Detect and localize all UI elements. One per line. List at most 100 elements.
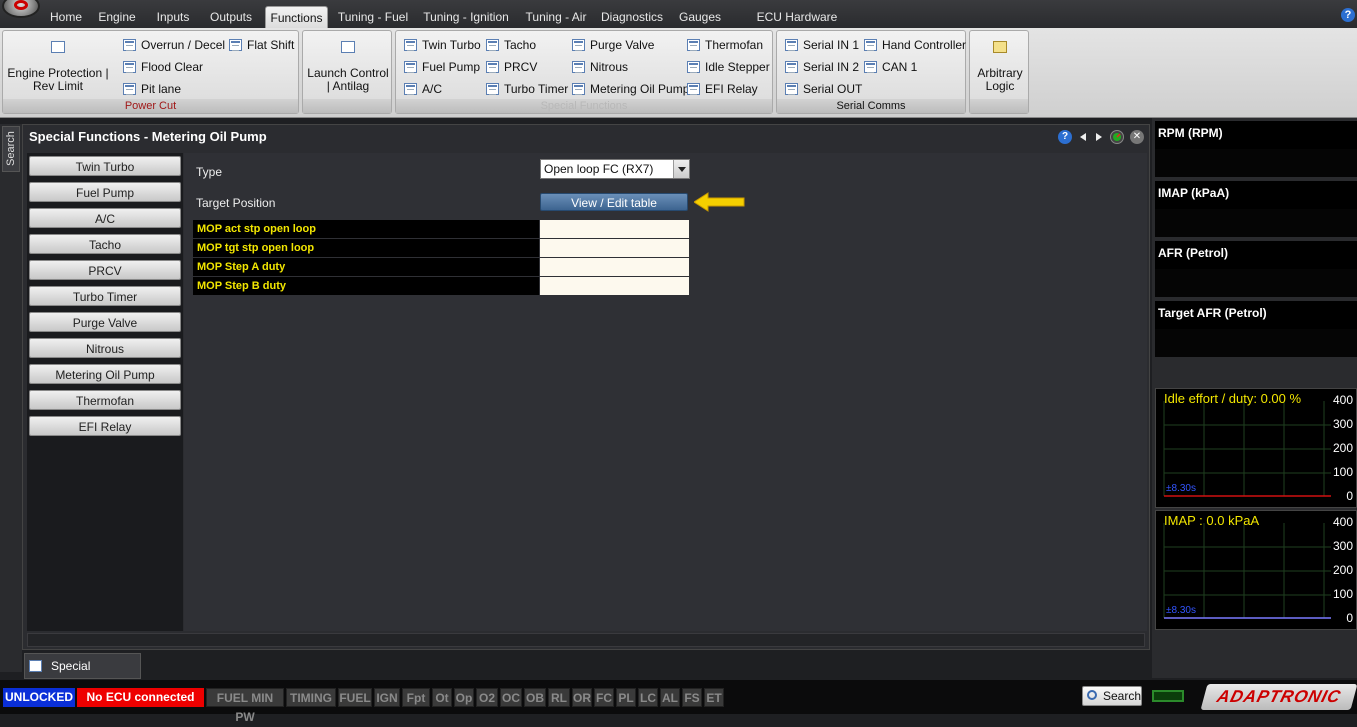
pointer-arrow-icon: [694, 192, 745, 212]
row-value-field[interactable]: [540, 220, 689, 238]
chart-time-window: ±8.30s: [1166, 605, 1196, 616]
table-icon: [486, 61, 499, 73]
horizontal-scrollbar[interactable]: [27, 633, 1145, 647]
back-arrow-icon[interactable]: [1076, 130, 1090, 144]
function-list-item[interactable]: Twin Turbo: [29, 156, 181, 176]
tab-tuning-air[interactable]: Tuning - Air: [522, 6, 590, 28]
launch-control-button[interactable]: Launch Control | Antilag: [305, 41, 391, 93]
flat-shift-button[interactable]: Flat Shift: [227, 35, 294, 55]
ribbon-hand-controller-button[interactable]: Hand Controller: [862, 35, 966, 55]
ribbon-group-label: [970, 99, 1028, 113]
tab-tuning-fuel[interactable]: Tuning - Fuel: [336, 6, 410, 28]
function-list-item[interactable]: A/C: [29, 208, 181, 228]
function-list-item[interactable]: Thermofan: [29, 390, 181, 410]
tab-engine[interactable]: Engine: [94, 6, 140, 28]
table-icon: [864, 39, 877, 51]
function-list-item[interactable]: Nitrous: [29, 338, 181, 358]
row-value-field[interactable]: [540, 277, 689, 295]
ribbon-efi-relay-button[interactable]: EFI Relay: [685, 79, 758, 99]
ribbon-fuel-pump-button[interactable]: Fuel Pump: [402, 57, 480, 77]
row-name: MOP act stp open loop: [193, 220, 539, 238]
tab-gauges[interactable]: Gauges: [676, 6, 724, 28]
ribbon-ac-button[interactable]: A/C: [402, 79, 442, 99]
ribbon-group-label: Serial Comms: [777, 99, 965, 113]
ribbon-idle-stepper-button[interactable]: Idle Stepper: [685, 57, 770, 77]
chart-tick: 200: [1332, 441, 1353, 455]
overrun-decel-button[interactable]: Overrun / Decel: [121, 35, 225, 55]
function-list-item-selected[interactable]: Metering Oil Pump: [29, 364, 181, 384]
tab-tuning-ignition[interactable]: Tuning - Ignition: [420, 6, 512, 28]
ecu-status-badge[interactable]: No ECU connected: [77, 688, 204, 707]
ribbon-item-label: Metering Oil Pump: [590, 82, 690, 96]
lock-status-badge[interactable]: UNLOCKED: [3, 688, 75, 707]
function-list-item[interactable]: Fuel Pump: [29, 182, 181, 202]
ribbon-serial-out-button[interactable]: Serial OUT: [783, 79, 862, 99]
table-icon: [572, 39, 585, 51]
chevron-down-icon[interactable]: [673, 160, 689, 178]
app-logo[interactable]: [2, 0, 40, 18]
view-edit-table-button[interactable]: View / Edit table: [540, 193, 688, 211]
status-flag: OB: [524, 688, 546, 707]
gauge-name: RPM (RPM): [1158, 126, 1223, 140]
table-icon: [687, 83, 700, 95]
engine-protection-button[interactable]: Engine Protection | Rev Limit: [7, 41, 109, 93]
table-icon: [29, 660, 42, 672]
ribbon-item-label: Turbo Timer: [504, 82, 569, 96]
status-flag: OC: [500, 688, 522, 707]
forward-arrow-icon[interactable]: [1092, 130, 1106, 144]
gauge-imap[interactable]: IMAP (kPaA): [1155, 181, 1357, 237]
help-icon[interactable]: ?: [1341, 8, 1355, 22]
ribbon-nitrous-button[interactable]: Nitrous: [570, 57, 628, 77]
chart-tick: 300: [1332, 417, 1353, 431]
ribbon-prcv-button[interactable]: PRCV: [484, 57, 537, 77]
panel-title: Special Functions - Metering Oil Pump: [29, 129, 267, 144]
status-flag: FUEL: [338, 688, 372, 707]
function-list-item[interactable]: EFI Relay: [29, 416, 181, 436]
help-icon[interactable]: ?: [1058, 130, 1072, 144]
row-value-field[interactable]: [540, 239, 689, 257]
ribbon-can-1-button[interactable]: CAN 1: [862, 57, 917, 77]
flood-clear-button[interactable]: Flood Clear: [121, 57, 203, 77]
arbitrary-logic-button[interactable]: Arbitrary Logic: [972, 41, 1028, 93]
document-tab-special-functions[interactable]: Special Functions: [24, 653, 141, 697]
row-value-field[interactable]: [540, 258, 689, 276]
chart-tick: 0: [1346, 489, 1353, 503]
pit-lane-button[interactable]: Pit lane: [121, 79, 181, 99]
gauge-icon[interactable]: [1110, 130, 1124, 144]
status-flag: Op: [454, 688, 474, 707]
type-dropdown[interactable]: Open loop FC (RX7): [540, 159, 690, 179]
ribbon-tacho-button[interactable]: Tacho: [484, 35, 536, 55]
search-button[interactable]: Search: [1082, 686, 1142, 706]
ribbon-turbo-timer-button[interactable]: Turbo Timer: [484, 79, 568, 99]
function-list: Twin Turbo Fuel Pump A/C Tacho PRCV Turb…: [27, 153, 183, 631]
tab-ecu-hardware-settings[interactable]: ECU Hardware Settings: [734, 6, 860, 46]
ribbon-serial-in-1-button[interactable]: Serial IN 1: [783, 35, 859, 55]
function-list-item[interactable]: PRCV: [29, 260, 181, 280]
tab-functions[interactable]: Functions: [265, 6, 328, 28]
tab-diagnostics[interactable]: Diagnostics: [598, 6, 666, 28]
gauge-name: IMAP (kPaA): [1158, 186, 1230, 200]
ribbon-purge-valve-button[interactable]: Purge Valve: [570, 35, 654, 55]
chart-imap[interactable]: IMAP : 0.0 kPaA 400 300 200 100 0 ±8.30s: [1155, 510, 1357, 630]
tab-outputs[interactable]: Outputs: [204, 6, 258, 28]
chart-time-window: ±8.30s: [1166, 483, 1196, 494]
close-icon[interactable]: ✕: [1130, 130, 1144, 144]
tab-home[interactable]: Home: [44, 6, 88, 28]
ribbon-metering-oil-pump-button[interactable]: Metering Oil Pump: [570, 79, 689, 99]
function-list-item[interactable]: Tacho: [29, 234, 181, 254]
ribbon-serial-in-2-button[interactable]: Serial IN 2: [783, 57, 859, 77]
function-list-item[interactable]: Purge Valve: [29, 312, 181, 332]
status-flag: ET: [704, 688, 724, 707]
gauge-rpm[interactable]: RPM (RPM): [1155, 121, 1357, 177]
gauge-target-afr[interactable]: Target AFR (Petrol): [1155, 301, 1357, 357]
function-list-item[interactable]: Turbo Timer: [29, 286, 181, 306]
table-icon: [341, 41, 355, 53]
ribbon-twin-turbo-button[interactable]: Twin Turbo: [402, 35, 481, 55]
ribbon-item-label: Nitrous: [590, 60, 629, 74]
search-tab[interactable]: Search: [2, 126, 20, 172]
ribbon-thermofan-button[interactable]: Thermofan: [685, 35, 763, 55]
chart-idle-effort[interactable]: Idle effort / duty: 0.00 % 400 300 200 1…: [1155, 388, 1357, 508]
tab-inputs[interactable]: Inputs: [150, 6, 196, 28]
status-flag: FC: [594, 688, 614, 707]
gauge-afr[interactable]: AFR (Petrol): [1155, 241, 1357, 297]
